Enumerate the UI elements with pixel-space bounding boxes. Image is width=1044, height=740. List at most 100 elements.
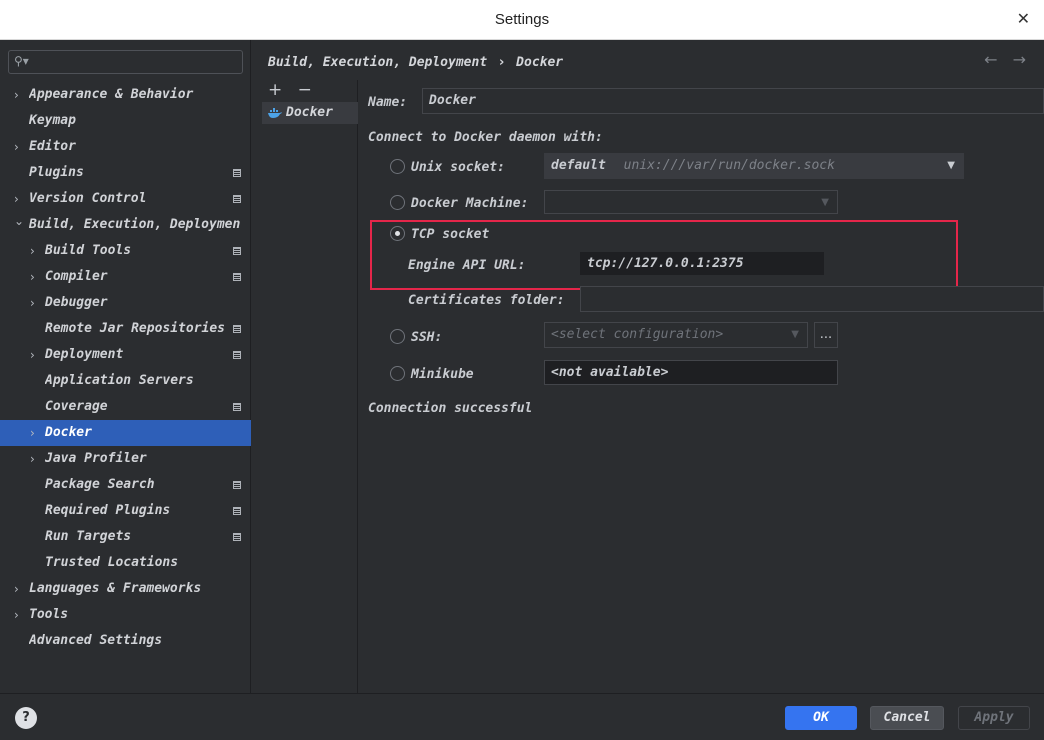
sidebar-item[interactable]: Run Targets xyxy=(0,524,251,550)
breadcrumb-separator: › xyxy=(498,55,505,70)
window-title: Settings xyxy=(494,11,550,28)
list-item-docker[interactable]: Docker xyxy=(262,102,358,124)
sidebar-item-label: Build Tools xyxy=(45,243,132,258)
chevron-right-icon[interactable]: › xyxy=(14,134,19,160)
settings-sidebar: ⚲▾ › Appearance & Behavior Keymap › Editor Pl… xyxy=(0,40,251,693)
ssh-config-value: <select configuration> xyxy=(551,327,724,342)
ssh-label: SSH: xyxy=(411,330,443,345)
sidebar-item[interactable]: › Compiler xyxy=(0,264,251,290)
sidebar-item[interactable]: › Editor xyxy=(0,134,251,160)
sidebar-item[interactable]: › Languages & Frameworks xyxy=(0,576,251,602)
sidebar-item[interactable]: Package Search xyxy=(0,472,251,498)
sidebar-item[interactable]: Trusted Locations xyxy=(0,550,251,576)
sidebar-item-label: Application Servers xyxy=(45,373,194,388)
tcp-socket-label: TCP socket xyxy=(411,227,490,242)
sidebar-item[interactable]: › Docker xyxy=(0,420,251,446)
sidebar-item[interactable]: › Appearance & Behavior xyxy=(0,82,251,108)
chevron-down-icon: ▼ xyxy=(821,197,829,208)
sidebar-item-label: Run Targets xyxy=(45,529,132,544)
close-icon[interactable]: ✕ xyxy=(1017,9,1030,28)
chevron-right-icon[interactable]: › xyxy=(30,446,35,472)
sidebar-item[interactable]: Application Servers xyxy=(0,368,251,394)
dialog-footer: ? OK Cancel Apply xyxy=(0,693,1044,740)
sidebar-item-label: Build, Execution, Deployment xyxy=(29,217,241,232)
project-scope-icon xyxy=(233,247,241,255)
sidebar-item-label: Compiler xyxy=(45,269,108,284)
sidebar-item[interactable]: Advanced Settings xyxy=(0,628,251,654)
chevron-right-icon[interactable]: › xyxy=(14,82,19,108)
sidebar-item-label: Version Control xyxy=(29,191,147,206)
minikube-radio[interactable] xyxy=(390,366,405,381)
certificates-folder-field[interactable] xyxy=(580,286,1044,312)
sidebar-item[interactable]: Required Plugins xyxy=(0,498,251,524)
sidebar-item-label: Plugins xyxy=(29,165,84,180)
sidebar-item[interactable]: Plugins xyxy=(0,160,251,186)
sidebar-item[interactable]: Coverage xyxy=(0,394,251,420)
sidebar-item-label: Trusted Locations xyxy=(45,555,179,570)
sidebar-item-label: Package Search xyxy=(45,477,155,492)
sidebar-item[interactable]: Remote Jar Repositories xyxy=(0,316,251,342)
search-input[interactable]: ⚲▾ xyxy=(8,50,243,74)
sidebar-item-label: Keymap xyxy=(29,113,76,128)
project-scope-icon xyxy=(233,195,241,203)
unix-socket-select[interactable]: default unix:///var/run/docker.sock ▼ xyxy=(544,153,964,179)
chevron-right-icon[interactable]: › xyxy=(30,264,35,290)
sidebar-item[interactable]: Keymap xyxy=(0,108,251,134)
sidebar-item-label: Languages & Frameworks xyxy=(29,581,202,596)
docker-icon xyxy=(268,108,282,118)
chevron-right-icon[interactable]: › xyxy=(30,238,35,264)
sidebar-item-label: Deployment xyxy=(45,347,124,362)
project-scope-icon xyxy=(233,351,241,359)
name-label: Name: xyxy=(368,95,408,110)
unix-socket-label: Unix socket: xyxy=(411,160,505,175)
breadcrumb-current: Docker xyxy=(516,55,564,70)
sidebar-item[interactable]: › Build Tools xyxy=(0,238,251,264)
project-scope-icon xyxy=(233,403,241,411)
minikube-field: <not available> xyxy=(544,360,838,385)
project-scope-icon xyxy=(233,273,241,281)
chevron-right-icon[interactable]: › xyxy=(14,602,19,628)
unix-socket-radio[interactable] xyxy=(390,159,405,174)
settings-tree: › Appearance & Behavior Keymap › Editor Plugi… xyxy=(0,82,251,654)
ssh-config-select[interactable]: <select configuration> ▼ xyxy=(544,322,808,348)
sidebar-item[interactable]: › Debugger xyxy=(0,290,251,316)
tcp-socket-radio[interactable] xyxy=(390,226,405,241)
list-item-label: Docker xyxy=(286,105,333,120)
connection-status: Connection successful xyxy=(368,401,533,416)
sidebar-item-label: Java Profiler xyxy=(45,451,147,466)
sidebar-item-label: Tools xyxy=(29,607,69,622)
sidebar-item[interactable]: › Tools xyxy=(0,602,251,628)
ok-button[interactable]: OK xyxy=(785,706,857,730)
docker-machine-radio[interactable] xyxy=(390,195,405,210)
project-scope-icon xyxy=(233,507,241,515)
chevron-right-icon[interactable]: › xyxy=(14,576,19,602)
back-arrow-icon[interactable]: ← xyxy=(984,50,997,69)
sidebar-item[interactable]: › Java Profiler xyxy=(0,446,251,472)
sidebar-item[interactable]: › Deployment xyxy=(0,342,251,368)
breadcrumb-parent[interactable]: Build, Execution, Deployment xyxy=(268,55,487,70)
chevron-right-icon[interactable]: › xyxy=(30,342,35,368)
sidebar-item-label: Advanced Settings xyxy=(29,633,163,648)
certificates-folder-label: Certificates folder: xyxy=(408,293,565,308)
apply-button[interactable]: Apply xyxy=(958,706,1030,730)
engine-api-url-field[interactable]: tcp://127.0.0.1:2375 xyxy=(580,252,824,275)
forward-arrow-icon[interactable]: → xyxy=(1013,50,1026,69)
sidebar-item[interactable]: ⌄ Build, Execution, Deployment xyxy=(0,212,251,238)
cancel-button[interactable]: Cancel xyxy=(870,706,944,730)
ssh-radio[interactable] xyxy=(390,329,405,344)
chevron-right-icon[interactable]: › xyxy=(30,290,35,316)
name-field[interactable]: Docker xyxy=(422,88,1044,114)
chevron-down-icon[interactable]: ⌄ xyxy=(14,208,24,234)
chevron-right-icon[interactable]: › xyxy=(30,420,35,446)
docker-machine-select[interactable]: ▼ xyxy=(544,190,838,214)
sidebar-item[interactable]: › Version Control xyxy=(0,186,251,212)
sidebar-item-label: Editor xyxy=(29,139,76,154)
connection-list-pane: + − Docker xyxy=(252,80,358,693)
remove-icon[interactable]: − xyxy=(298,80,312,100)
help-icon[interactable]: ? xyxy=(15,707,37,729)
add-icon[interactable]: + xyxy=(268,80,282,100)
main-panel: Build, Execution, Deployment › Docker ← … xyxy=(252,40,1044,693)
sidebar-item-label: Docker xyxy=(45,425,92,440)
ssh-browse-button[interactable]: ... xyxy=(814,322,838,348)
project-scope-icon xyxy=(233,169,241,177)
